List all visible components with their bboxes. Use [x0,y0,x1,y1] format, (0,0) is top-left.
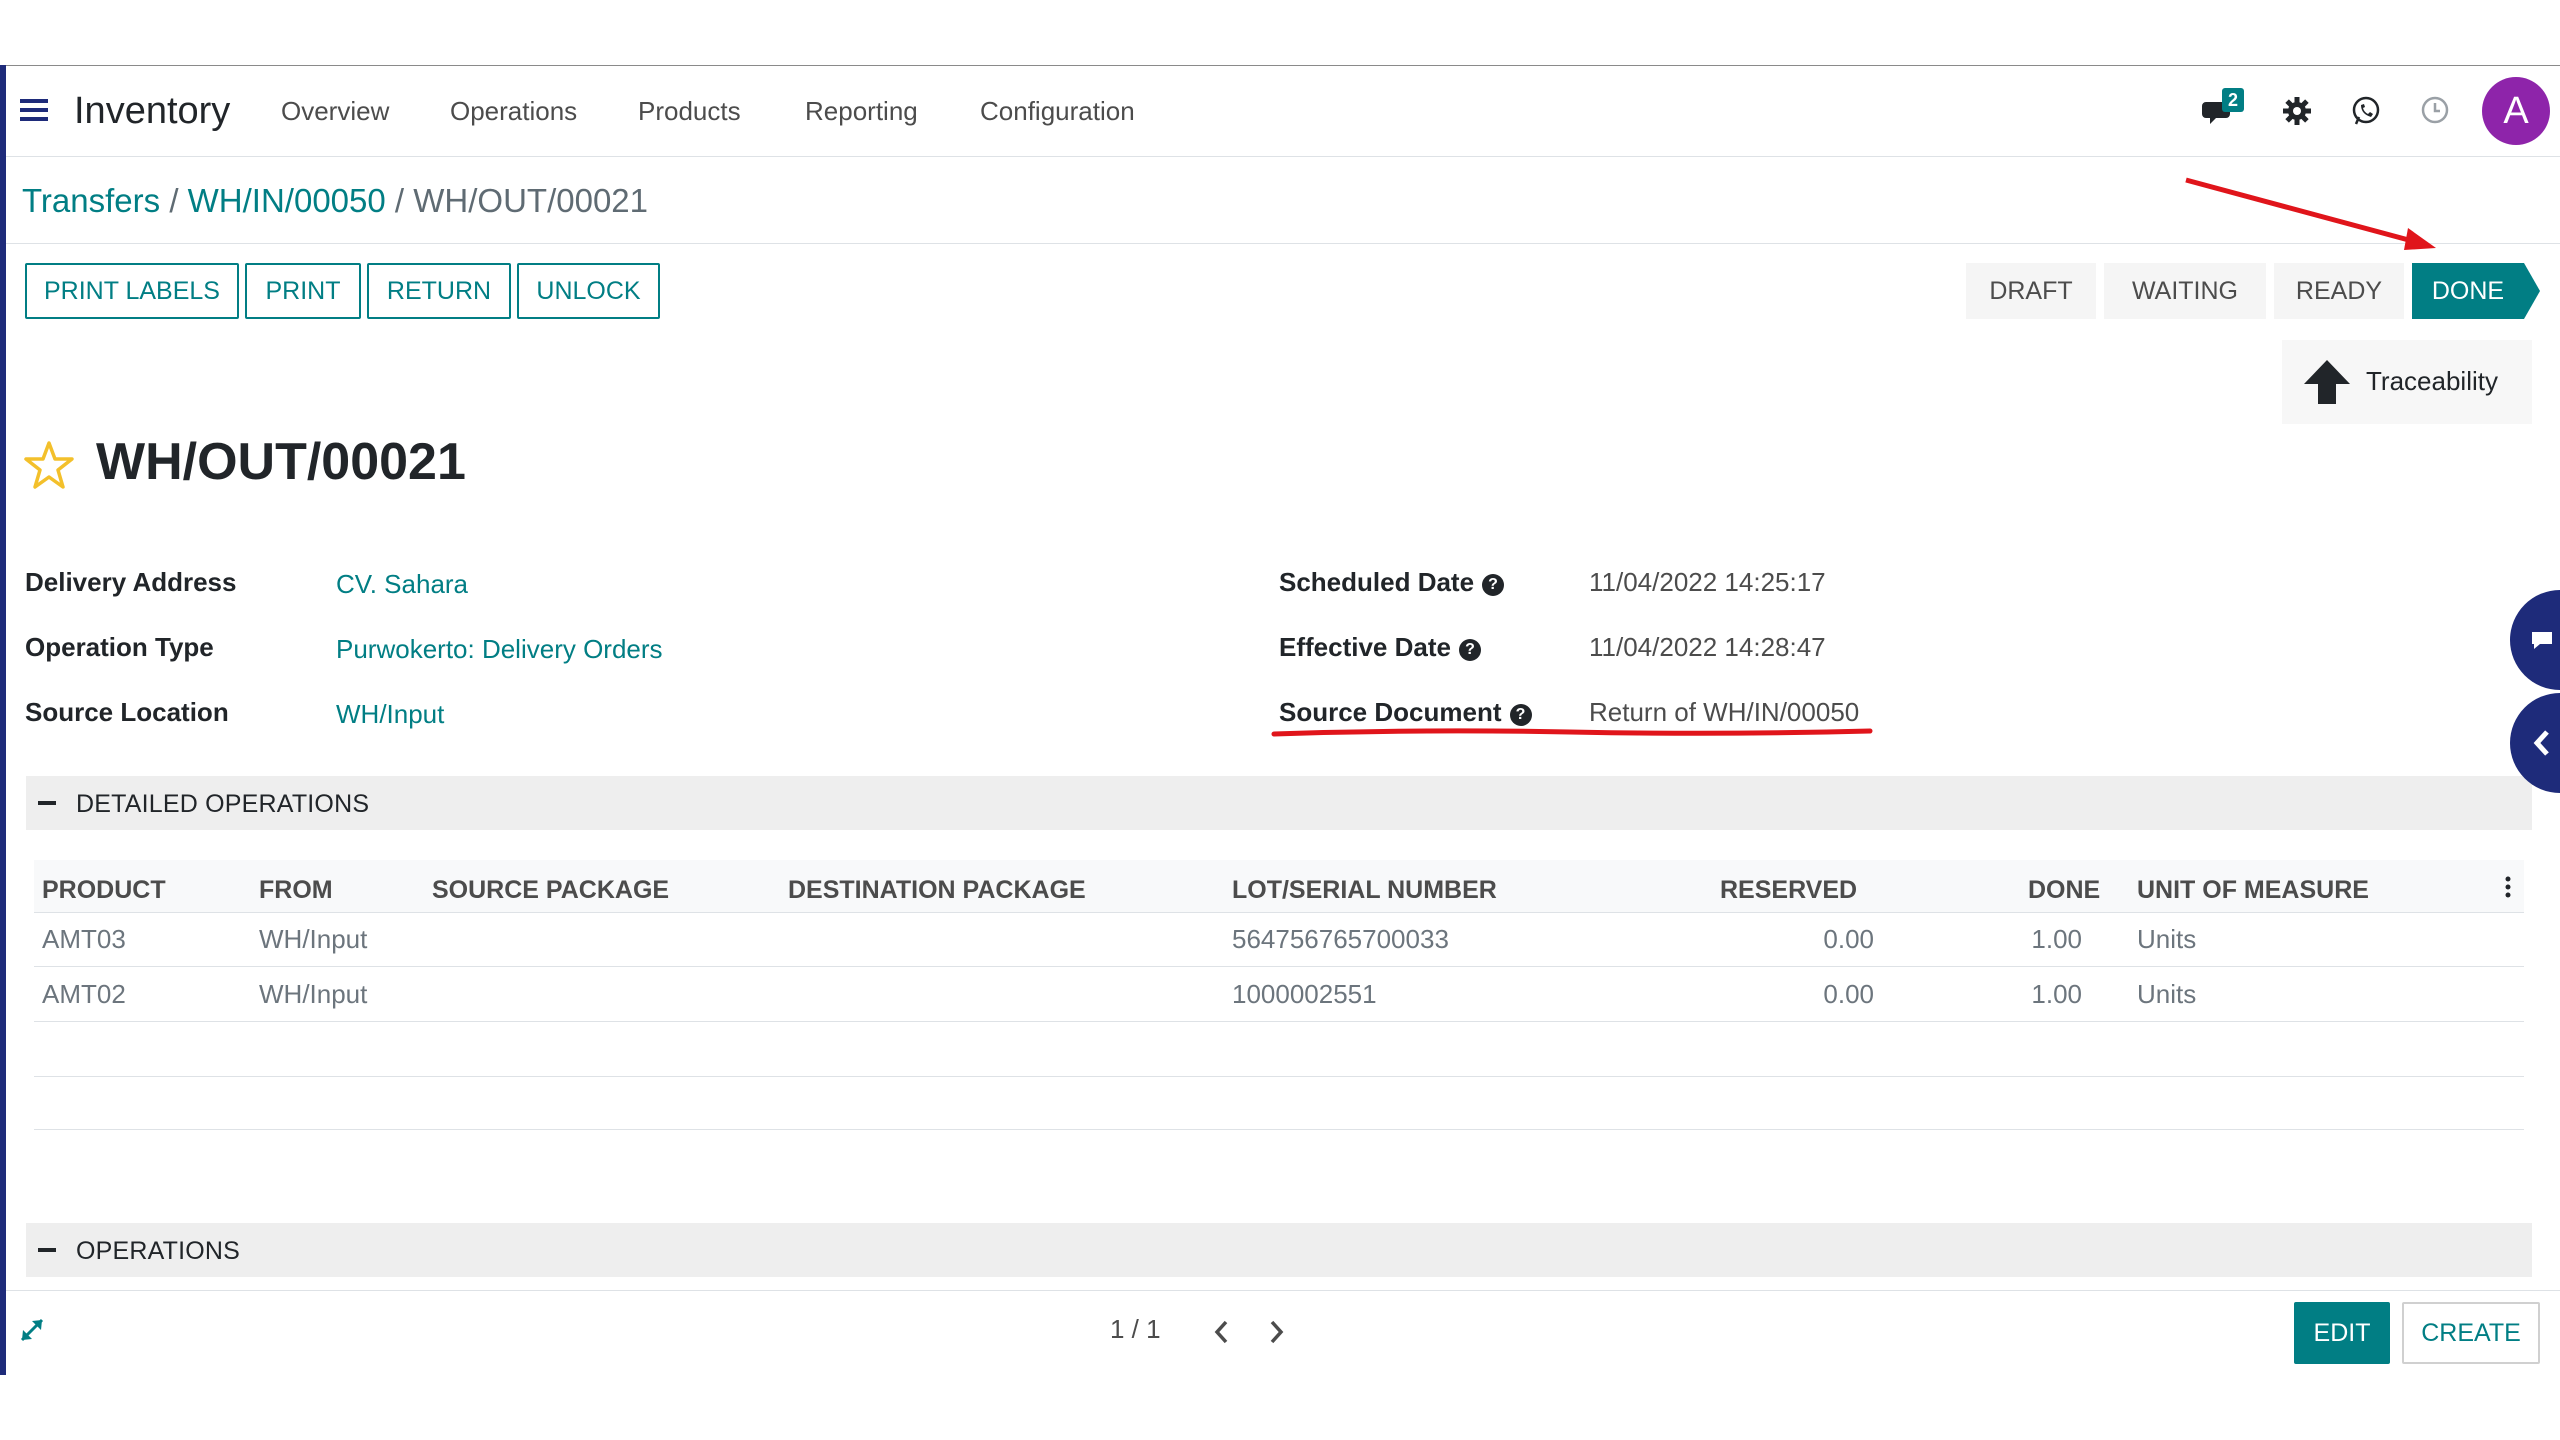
unlock-button[interactable]: UNLOCK [517,263,660,319]
hamburger-menu-icon[interactable] [20,96,48,124]
detailed-operations-header[interactable]: DETAILED OPERATIONS [26,776,2532,830]
source-document-field[interactable]: Return of WH/IN/00050 [1589,697,1859,728]
settings-gear-icon[interactable] [2282,96,2312,126]
cell-uom: Units [2137,979,2197,1009]
col-unit-of-measure[interactable]: UNIT OF MEASURE [2137,870,2369,910]
col-product[interactable]: PRODUCT [42,870,166,910]
cell-lot: 564756765700033 [1232,924,1449,954]
col-done[interactable]: DONE [2028,870,2100,910]
source-location-label: Source Location [25,697,229,727]
column-options-kebab-icon[interactable] [2505,874,2511,900]
cell-lot: 1000002551 [1232,979,1377,1009]
stage-waiting[interactable]: WAITING [2104,263,2266,319]
breadcrumb-separator: / [169,182,179,219]
operations-title: OPERATIONS [76,1237,241,1265]
top-navbar: Inventory Overview Operations Products R… [6,66,2560,157]
table-row[interactable]: AMT03 WH/Input 564756765700033 0.00 1.00… [34,912,2524,967]
expand-fullscreen-icon[interactable] [18,1316,46,1344]
scheduled-date-label-text: Scheduled Date [1279,567,1475,597]
operation-type-label: Operation Type [25,632,214,662]
app-title[interactable]: Inventory [74,66,230,156]
cell-from: WH/Input [259,979,368,1009]
breadcrumb-transfers[interactable]: Transfers [22,182,160,219]
pager-value[interactable]: 1 / 1 [1110,1314,1161,1345]
print-labels-button[interactable]: PRINT LABELS [25,263,239,319]
operation-type-field[interactable]: Purwokerto: Delivery Orders [336,634,663,665]
breadcrumb: Transfers / WH/IN/00050 / WH/OUT/00021 [22,178,648,224]
annotation-underline [1271,728,1873,737]
detailed-operations-title: DETAILED OPERATIONS [76,790,370,818]
divider [6,243,2560,244]
cell-reserved: 0.00 [1823,924,1874,954]
messages-icon[interactable]: 2 [2202,88,2244,132]
cell-product: AMT03 [42,924,126,954]
menu-configuration[interactable]: Configuration [980,66,1135,156]
empty-row [34,1022,2524,1077]
effective-date-field[interactable]: 11/04/2022 14:28:47 [1589,632,1826,663]
print-button[interactable]: PRINT [245,263,361,319]
traceability-button[interactable]: Traceability [2282,340,2532,424]
messages-badge: 2 [2222,88,2244,112]
effective-date-label-text: Effective Date [1279,632,1451,662]
breadcrumb-separator: / [394,182,405,219]
empty-row [34,1077,2524,1130]
source-location-field[interactable]: WH/Input [336,699,444,730]
delivery-address-field[interactable]: CV. Sahara [336,569,468,600]
col-from[interactable]: FROM [259,870,333,910]
source-document-label: Source Document? [1279,697,1532,728]
collapse-minus-icon [38,1248,56,1252]
stage-draft[interactable]: DRAFT [1966,263,2096,319]
col-reserved[interactable]: RESERVED [1720,870,1857,910]
stage-done-arrow [2524,263,2540,319]
menu-overview[interactable]: Overview [281,66,389,156]
scheduled-date-field[interactable]: 11/04/2022 14:25:17 [1589,567,1826,598]
create-button[interactable]: CREATE [2402,1302,2540,1364]
favorite-star-icon[interactable] [24,440,74,490]
help-icon[interactable]: ? [1509,704,1532,726]
table-row[interactable]: AMT02 WH/Input 1000002551 0.00 1.00 Unit… [34,967,2524,1022]
edit-button[interactable]: EDIT [2294,1302,2390,1364]
col-destination-package[interactable]: DESTINATION PACKAGE [788,870,1086,910]
breadcrumb-wh-in[interactable]: WH/IN/00050 [188,182,386,219]
help-icon[interactable]: ? [1458,639,1481,661]
stage-ready[interactable]: READY [2274,263,2404,319]
help-icon[interactable]: ? [1482,574,1505,596]
collapse-minus-icon [38,801,56,805]
user-avatar[interactable]: A [2482,77,2550,145]
breadcrumb-current: WH/OUT/00021 [413,182,649,219]
left-edge [0,65,6,1375]
menu-products[interactable]: Products [638,66,741,156]
pager-previous-icon[interactable] [1212,1318,1232,1346]
menu-reporting[interactable]: Reporting [805,66,918,156]
pager-next-icon[interactable] [1266,1318,1286,1346]
return-button[interactable]: RETURN [367,263,511,319]
operations-header[interactable]: OPERATIONS [26,1223,2532,1277]
arrow-up-icon [2302,358,2352,406]
col-source-package[interactable]: SOURCE PACKAGE [432,870,669,910]
source-document-label-text: Source Document [1279,697,1502,727]
activity-clock-icon[interactable] [2420,95,2450,125]
annotation-arrow [2185,177,2436,250]
cell-uom: Units [2137,924,2197,954]
effective-date-label: Effective Date? [1279,632,1481,663]
traceability-label: Traceability [2366,366,2498,396]
cell-product: AMT02 [42,979,126,1009]
chat-bubble-icon [2530,630,2554,650]
menu-operations[interactable]: Operations [450,66,577,156]
delivery-address-label: Delivery Address [25,567,237,597]
cell-done: 1.00 [2031,979,2082,1009]
whatsapp-icon[interactable] [2350,95,2382,127]
cell-reserved: 0.00 [1823,979,1874,1009]
scheduled-date-label: Scheduled Date? [1279,567,1505,598]
col-lot-serial[interactable]: LOT/SERIAL NUMBER [1232,870,1497,910]
record-title: WH/OUT/00021 [96,433,466,491]
stage-done[interactable]: DONE [2412,263,2524,319]
cell-done: 1.00 [2031,924,2082,954]
chevron-left-icon [2532,729,2552,757]
cell-from: WH/Input [259,924,368,954]
